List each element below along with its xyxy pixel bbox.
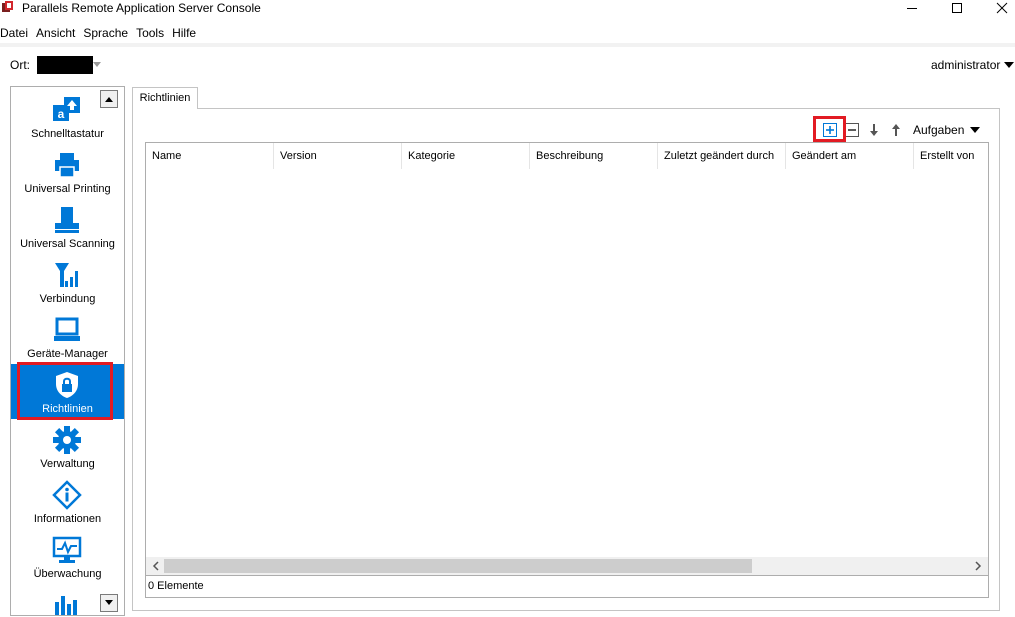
chevron-right-icon bbox=[975, 561, 982, 571]
close-icon bbox=[996, 2, 1008, 14]
tasks-label: Aufgaben bbox=[913, 123, 965, 137]
gear-icon bbox=[52, 425, 82, 455]
chevron-left-icon bbox=[152, 561, 159, 571]
svg-text:a: a bbox=[58, 107, 65, 121]
location-label: Ort: bbox=[10, 58, 30, 72]
arrow-up-icon bbox=[892, 124, 900, 136]
menu-bar: Datei Ansicht Sprache Tools Hilfe bbox=[0, 24, 1015, 42]
menu-separator bbox=[0, 43, 1015, 47]
sidebar-item-richtlinien[interactable]: Richtlinien bbox=[11, 364, 124, 419]
sidebar-item-informationen[interactable]: Informationen bbox=[11, 474, 124, 529]
scrollbar-thumb[interactable] bbox=[164, 559, 752, 573]
location-dropdown[interactable] bbox=[37, 56, 101, 74]
chevron-down-icon bbox=[93, 62, 101, 67]
antenna-signal-icon bbox=[52, 260, 82, 290]
maximize-button[interactable] bbox=[935, 0, 979, 16]
sidebar-item-label: Verwaltung bbox=[40, 458, 95, 470]
horizontal-scrollbar[interactable] bbox=[146, 557, 988, 575]
scroll-right-button[interactable] bbox=[970, 557, 986, 575]
scroll-left-button[interactable] bbox=[148, 557, 164, 575]
keyboard-shortcut-icon: a bbox=[52, 95, 82, 125]
sidebar-scroll-up-button[interactable] bbox=[100, 90, 118, 108]
policies-table: Name Version Kategorie Beschreibung Zule… bbox=[145, 142, 989, 598]
scanner-icon bbox=[52, 205, 82, 235]
printer-icon bbox=[52, 150, 82, 180]
add-button[interactable] bbox=[822, 122, 838, 138]
sidebar-item-label: Universal Printing bbox=[24, 183, 111, 195]
table-body bbox=[146, 169, 988, 557]
user-menu[interactable]: administrator bbox=[931, 57, 1015, 73]
sidebar-item-label: Informationen bbox=[33, 513, 102, 525]
sidebar-item-label: Universal Scanning bbox=[20, 238, 115, 250]
caret-down-icon bbox=[970, 127, 981, 133]
close-button[interactable] bbox=[980, 0, 1015, 16]
add-icon bbox=[823, 123, 837, 137]
column-header-geaendert-am[interactable]: Geändert am bbox=[786, 143, 914, 169]
sidebar-item-label: Überwachung bbox=[33, 568, 102, 580]
sidebar-item-label: Verbindung bbox=[39, 293, 96, 305]
menu-hilfe[interactable]: Hilfe bbox=[172, 24, 204, 42]
column-header-version[interactable]: Version bbox=[274, 143, 402, 169]
triangle-up-icon bbox=[105, 97, 113, 102]
tasks-dropdown[interactable]: Aufgaben bbox=[913, 122, 981, 138]
table-header: Name Version Kategorie Beschreibung Zule… bbox=[146, 143, 988, 169]
maximize-icon bbox=[952, 3, 962, 13]
sidebar-item-verbindung[interactable]: Verbindung bbox=[11, 254, 124, 309]
sidebar-item-label: Geräte-Manager bbox=[27, 348, 108, 360]
move-down-button[interactable] bbox=[866, 122, 882, 138]
menu-ansicht[interactable]: Ansicht bbox=[36, 24, 83, 42]
triangle-down-icon bbox=[105, 600, 113, 605]
column-header-kategorie[interactable]: Kategorie bbox=[402, 143, 530, 169]
sidebar-item-universal-printing[interactable]: Universal Printing bbox=[11, 144, 124, 199]
info-icon bbox=[52, 480, 82, 510]
caret-down-icon bbox=[1004, 62, 1015, 68]
minimize-icon bbox=[907, 8, 917, 9]
sidebar-item-verwaltung[interactable]: Verwaltung bbox=[11, 419, 124, 474]
minimize-button[interactable] bbox=[890, 0, 934, 16]
user-name: administrator bbox=[931, 58, 1001, 72]
laptop-icon bbox=[52, 315, 82, 345]
monitor-chart-icon bbox=[52, 535, 82, 565]
column-header-zuletzt-geaendert-durch[interactable]: Zuletzt geändert durch bbox=[658, 143, 786, 169]
column-header-erstellt-von[interactable]: Erstellt von bbox=[914, 143, 988, 169]
sidebar-item-universal-scanning[interactable]: Universal Scanning bbox=[11, 199, 124, 254]
sidebar-item-ueberwachung[interactable]: Überwachung bbox=[11, 529, 124, 584]
arrow-down-icon bbox=[870, 124, 878, 136]
sidebar-scroll-down-button[interactable] bbox=[100, 594, 118, 612]
remove-icon bbox=[845, 123, 859, 137]
column-header-beschreibung[interactable]: Beschreibung bbox=[530, 143, 658, 169]
move-up-button[interactable] bbox=[888, 122, 904, 138]
shield-lock-icon bbox=[52, 370, 82, 400]
sidebar-item-label: Richtlinien bbox=[42, 403, 93, 415]
title-bar: Parallels Remote Application Server Cons… bbox=[0, 0, 1015, 18]
sidebar-item-label: Schnelltastatur bbox=[31, 128, 104, 140]
sidebar: a Schnelltastatur Universal Printing Uni… bbox=[10, 86, 125, 616]
parallels-app-icon bbox=[2, 1, 13, 12]
item-count-status: 0 Elemente bbox=[146, 575, 988, 597]
column-header-name[interactable]: Name bbox=[146, 143, 274, 169]
tab-richtlinien[interactable]: Richtlinien bbox=[132, 87, 198, 109]
menu-tools[interactable]: Tools bbox=[136, 24, 172, 42]
menu-datei[interactable]: Datei bbox=[0, 24, 36, 42]
sidebar-item-geraete-manager[interactable]: Geräte-Manager bbox=[11, 309, 124, 364]
bar-chart-icon bbox=[52, 590, 82, 615]
remove-button[interactable] bbox=[844, 122, 860, 138]
location-value bbox=[37, 56, 93, 74]
menu-sprache[interactable]: Sprache bbox=[83, 24, 136, 42]
window-title: Parallels Remote Application Server Cons… bbox=[22, 1, 261, 15]
